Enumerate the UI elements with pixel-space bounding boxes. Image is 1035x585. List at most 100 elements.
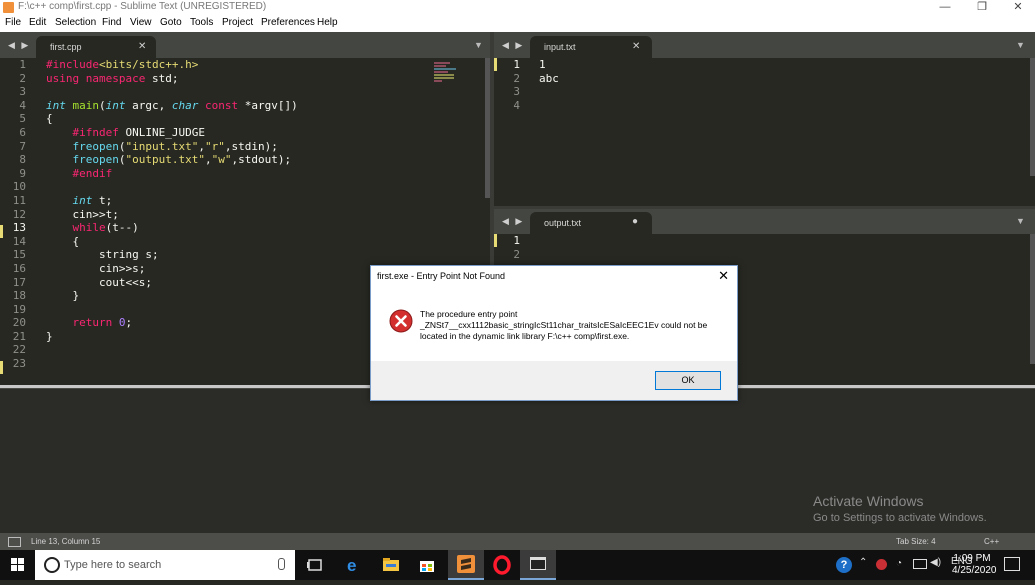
- line-number: 2: [513, 71, 520, 85]
- line-number: 21: [12, 329, 26, 343]
- error-icon: [389, 309, 413, 333]
- message-line: located in the dynamic link library F:\c…: [420, 331, 630, 341]
- search-placeholder: Type here to search: [64, 559, 162, 571]
- code-line: int t;: [72, 193, 113, 207]
- microphone-icon[interactable]: [278, 558, 285, 570]
- store-icon[interactable]: [417, 555, 437, 575]
- code-line: #include<bits/stdc++.h>: [46, 58, 199, 71]
- show-hidden-icons-icon[interactable]: ⌃: [859, 557, 867, 568]
- line-number: 10: [12, 180, 26, 194]
- code-line: #ifndef ONLINE_JUDGE: [72, 125, 205, 139]
- activate-windows-subtitle: Go to Settings to activate Windows.: [813, 512, 987, 524]
- menu-find[interactable]: Find: [102, 17, 121, 28]
- tab-title: first.cpp: [50, 42, 82, 52]
- edge-icon[interactable]: e: [344, 555, 364, 575]
- menu-goto[interactable]: Goto: [160, 17, 182, 28]
- start-button[interactable]: [0, 550, 35, 580]
- tab-nav-arrows[interactable]: ◀ ▶: [502, 40, 524, 51]
- title-bar: F:\c++ comp\first.cpp - Sublime Text (UN…: [0, 0, 1035, 15]
- vertical-scrollbar[interactable]: [1030, 58, 1035, 176]
- line-number: 7: [19, 139, 26, 153]
- code-line: freopen("input.txt","r",stdin);: [72, 139, 278, 153]
- build-output-panel[interactable]: Activate Windows Go to Settings to activ…: [0, 388, 1035, 534]
- maximize-button[interactable]: ❐: [965, 0, 999, 15]
- file-explorer-icon[interactable]: [381, 555, 401, 575]
- code-line: while(t--): [72, 221, 139, 235]
- line-number: 22: [12, 343, 26, 357]
- tab-nav-arrows[interactable]: ◀ ▶: [8, 40, 30, 51]
- tab-dropdown-icon[interactable]: ▼: [1016, 40, 1025, 50]
- line-number: 12: [12, 207, 26, 221]
- wifi-icon[interactable]: ◔: [896, 558, 902, 569]
- sublime-logo-icon: [3, 2, 14, 13]
- code-line: }: [46, 289, 80, 303]
- line-number: 19: [12, 302, 26, 316]
- clock[interactable]: 1:09 PM 4/25/2020: [952, 553, 997, 577]
- volume-icon[interactable]: ◀): [930, 557, 941, 568]
- menu-selection[interactable]: Selection: [55, 17, 96, 28]
- tab-title: output.txt: [544, 218, 582, 228]
- console-taskbar-button[interactable]: [520, 550, 556, 580]
- antivirus-icon[interactable]: [876, 559, 887, 570]
- tab-input-txt[interactable]: input.txt ✕: [530, 36, 652, 58]
- line-number: 1: [513, 234, 520, 247]
- dialog-close-button[interactable]: ✕: [718, 268, 729, 284]
- line-number: 4: [19, 98, 26, 112]
- input-editor[interactable]: 1234 1 abc: [494, 58, 1035, 206]
- vertical-scrollbar[interactable]: [1030, 234, 1035, 364]
- line-number-gutter: 1234: [496, 58, 520, 112]
- line-number: 16: [12, 261, 26, 275]
- tab-size[interactable]: Tab Size: 4: [896, 537, 936, 546]
- tab-close-icon[interactable]: ✕: [632, 41, 640, 52]
- message-line: _ZNSt7__cxx1112basic_stringIcSt11char_tr…: [420, 320, 708, 330]
- search-icon: [44, 557, 60, 573]
- tab-close-icon[interactable]: ✕: [138, 41, 146, 52]
- battery-icon[interactable]: [913, 559, 927, 569]
- dialog-message: The procedure entry point _ZNSt7__cxx111…: [420, 309, 707, 342]
- line-number: 14: [12, 234, 26, 248]
- error-dialog: first.exe - Entry Point Not Found ✕ The …: [370, 265, 738, 401]
- menu-help[interactable]: Help: [317, 17, 338, 28]
- minimize-button[interactable]: —: [928, 0, 962, 15]
- tab-dropdown-icon[interactable]: ▼: [474, 40, 483, 50]
- syntax-mode[interactable]: C++: [984, 537, 999, 546]
- code-line: 1: [539, 58, 546, 71]
- ok-button[interactable]: OK: [655, 371, 721, 390]
- menu-project[interactable]: Project: [222, 17, 253, 28]
- menu-view[interactable]: View: [130, 17, 152, 28]
- notifications-icon[interactable]: [1004, 557, 1020, 571]
- menu-preferences[interactable]: Preferences: [261, 17, 315, 28]
- sublime-taskbar-button[interactable]: [448, 550, 484, 580]
- tab-output-txt[interactable]: output.txt ●: [530, 212, 652, 234]
- unsaved-dot-icon[interactable]: ●: [632, 216, 638, 227]
- clock-date: 4/25/2020: [952, 565, 997, 576]
- line-number: 3: [513, 85, 520, 99]
- svg-text:e: e: [347, 556, 356, 575]
- line-number: 8: [19, 153, 26, 167]
- line-number: 20: [12, 316, 26, 330]
- code-line: abc: [539, 71, 559, 85]
- tab-dropdown-icon[interactable]: ▼: [1016, 216, 1025, 226]
- code-area: 1 abc: [539, 58, 559, 85]
- tab-nav-arrows[interactable]: ◀ ▶: [502, 216, 524, 227]
- help-icon[interactable]: ?: [836, 557, 852, 573]
- line-number: 2: [513, 247, 520, 261]
- task-view-icon[interactable]: [305, 555, 325, 575]
- menu-file[interactable]: File: [5, 17, 21, 28]
- code-line: {: [46, 234, 80, 248]
- opera-icon[interactable]: [492, 555, 512, 575]
- line-number: 18: [12, 289, 26, 303]
- menu-edit[interactable]: Edit: [29, 17, 46, 28]
- close-button[interactable]: ✕: [1001, 0, 1035, 15]
- line-number-gutter: 1 2 3 4 5 6 7 8 9 10 11 12 13 14 15 16 17 18 19 20 21 22 23: [2, 58, 26, 371]
- window-title: F:\c++ comp\first.cpp - Sublime Text (UN…: [18, 1, 267, 12]
- panel-toggle-icon[interactable]: [8, 537, 21, 547]
- tab-first-cpp[interactable]: first.cpp ✕: [36, 36, 156, 58]
- search-box[interactable]: Type here to search: [35, 550, 295, 580]
- message-line: The procedure entry point: [420, 309, 518, 319]
- code-line: }: [46, 329, 53, 343]
- line-number-gutter: 12: [496, 234, 520, 261]
- menu-tools[interactable]: Tools: [190, 17, 213, 28]
- minimap[interactable]: [434, 62, 464, 88]
